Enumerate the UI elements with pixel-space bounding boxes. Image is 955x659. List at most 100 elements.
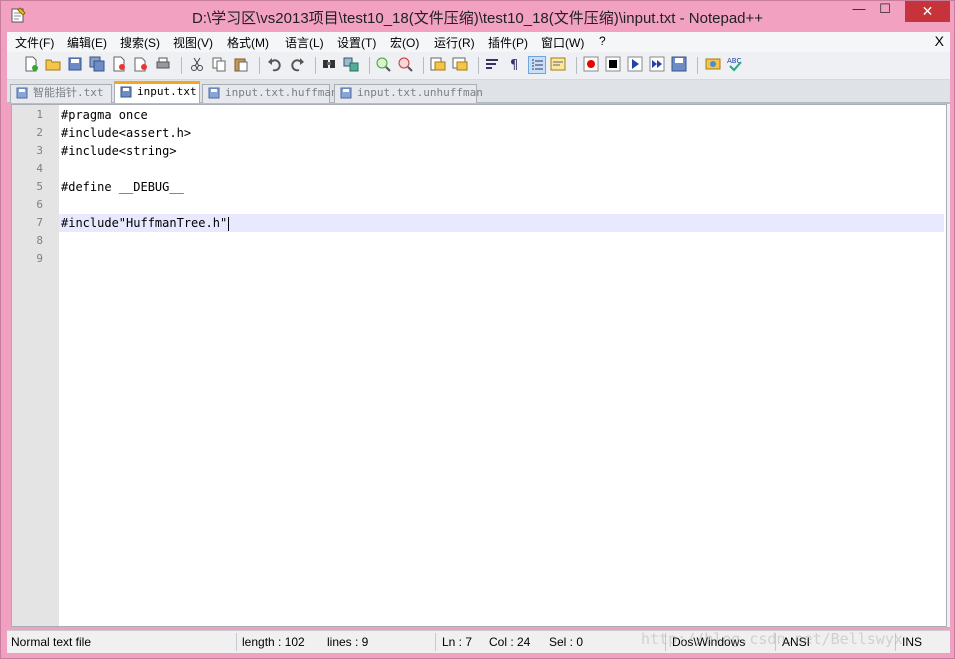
code-line[interactable]: #define __DEBUG__ xyxy=(59,178,944,196)
line-number: 6 xyxy=(36,198,43,211)
saved-file-icon xyxy=(16,87,28,99)
code-line[interactable]: #include<string> xyxy=(59,142,944,160)
sync-vertical-icon[interactable] xyxy=(430,56,448,74)
toolbar-separator xyxy=(423,57,424,74)
indent-guide-icon[interactable] xyxy=(528,56,546,74)
save-icon[interactable] xyxy=(67,56,85,74)
stop-record-icon[interactable] xyxy=(605,56,623,74)
run-macro-multiple-icon[interactable] xyxy=(649,56,667,74)
menu-edit[interactable]: 编辑(E) xyxy=(67,34,107,51)
document-map-icon[interactable] xyxy=(550,56,568,74)
status-sel: Sel : 0 xyxy=(549,635,584,649)
menu-bar: 文件(F) 编辑(E) 搜索(S) 视图(V) 格式(M) 语言(L) 设置(T… xyxy=(7,32,950,52)
code-line-text: #define __DEBUG__ xyxy=(61,180,184,194)
save-macro-icon[interactable] xyxy=(671,56,689,74)
code-line-text: #pragma once xyxy=(61,108,148,122)
status-file-type: Normal text file xyxy=(11,635,92,649)
code-line[interactable] xyxy=(59,196,944,214)
word-wrap-icon[interactable] xyxy=(484,56,502,74)
tab-smart-pointer[interactable]: 智能指针.txt xyxy=(10,84,112,103)
play-macro-icon[interactable] xyxy=(627,56,645,74)
toolbar-separator xyxy=(259,57,260,74)
code-area[interactable]: #pragma once #include<assert.h> #include… xyxy=(59,105,946,626)
tab-label: 智能指针.txt xyxy=(33,86,104,99)
vertical-scrollbar[interactable] xyxy=(947,104,950,627)
watermark-text: http://blog.csdn.net/Bellswyx xyxy=(641,630,903,648)
menu-search[interactable]: 搜索(S) xyxy=(120,34,160,51)
code-line-text: #include"HuffmanTree.h" xyxy=(61,216,228,230)
spell-check-icon[interactable]: ABC xyxy=(727,56,745,74)
code-line[interactable]: #pragma once xyxy=(59,106,944,124)
line-number-gutter: 1 2 3 4 5 6 7 8 9 xyxy=(12,105,59,626)
status-col: Col : 24 xyxy=(489,635,531,649)
current-code-line[interactable]: #include"HuffmanTree.h" xyxy=(59,214,944,232)
title-bar[interactable]: D:\学习区\vs2013项目\test10_18(文件压缩)\test10_1… xyxy=(1,1,954,32)
paste-icon[interactable] xyxy=(233,56,251,74)
menu-macro[interactable]: 宏(O) xyxy=(390,34,419,51)
window-title: D:\学习区\vs2013项目\test10_18(文件压缩)\test10_1… xyxy=(191,10,764,27)
menu-view[interactable]: 视图(V) xyxy=(173,34,213,51)
code-line[interactable]: #include<assert.h> xyxy=(59,124,944,142)
menu-settings[interactable]: 设置(T) xyxy=(337,34,376,51)
menu-help[interactable]: ? xyxy=(599,34,606,48)
tab-input-unhuffman[interactable]: input.txt.unhuffman xyxy=(334,84,483,103)
saved-file-icon xyxy=(208,87,220,99)
menu-plugins[interactable]: 插件(P) xyxy=(488,34,528,51)
minimize-button[interactable]: — xyxy=(846,1,872,22)
menu-format[interactable]: 格式(M) xyxy=(227,34,269,51)
line-number: 4 xyxy=(36,162,43,175)
zoom-in-icon[interactable] xyxy=(375,56,393,74)
redo-icon[interactable] xyxy=(289,56,307,74)
line-number: 8 xyxy=(36,234,43,247)
code-line[interactable] xyxy=(59,232,944,250)
copy-icon[interactable] xyxy=(211,56,229,74)
save-all-icon[interactable] xyxy=(89,56,107,74)
toolbar-separator xyxy=(478,57,479,74)
undo-icon[interactable] xyxy=(267,56,285,74)
record-macro-icon[interactable] xyxy=(583,56,601,74)
open-file-icon[interactable] xyxy=(45,56,63,74)
code-line[interactable] xyxy=(59,250,944,268)
menu-file[interactable]: 文件(F) xyxy=(15,34,54,51)
show-all-chars-icon[interactable]: ¶ xyxy=(506,56,524,74)
menu-language[interactable]: 语言(L) xyxy=(285,34,324,51)
new-file-icon[interactable] xyxy=(23,56,41,74)
maximize-button[interactable]: ☐ xyxy=(872,1,898,22)
line-number: 2 xyxy=(36,126,43,139)
toolbar: ¶ ABC xyxy=(7,52,950,80)
menu-run[interactable]: 运行(R) xyxy=(434,34,475,51)
status-separator xyxy=(435,633,436,651)
tab-label: input.txt xyxy=(137,85,197,98)
text-editor[interactable]: 1 2 3 4 5 6 7 8 9 #pragma once #include<… xyxy=(11,104,947,627)
code-line[interactable] xyxy=(59,160,944,178)
toolbar-separator xyxy=(181,57,182,74)
print-icon[interactable] xyxy=(155,56,173,74)
find-icon[interactable] xyxy=(321,56,339,74)
close-icon[interactable] xyxy=(111,56,129,74)
line-number: 1 xyxy=(36,108,43,121)
zoom-out-icon[interactable] xyxy=(397,56,415,74)
notepad-window: D:\学习区\vs2013项目\test10_18(文件压缩)\test10_1… xyxy=(0,0,955,659)
menu-window[interactable]: 窗口(W) xyxy=(541,34,584,51)
launch-browser-icon[interactable] xyxy=(705,56,723,74)
toolbar-separator xyxy=(369,57,370,74)
line-number: 7 xyxy=(36,216,43,229)
status-separator xyxy=(236,633,237,651)
svg-text:¶: ¶ xyxy=(510,58,518,72)
saved-file-icon xyxy=(340,87,352,99)
close-document-button[interactable]: X xyxy=(935,33,944,49)
code-line-text: #include<assert.h> xyxy=(61,126,192,140)
close-all-icon[interactable] xyxy=(133,56,151,74)
cut-icon[interactable] xyxy=(189,56,207,74)
status-length: length : 102 xyxy=(242,635,305,649)
code-line-text: #include<string> xyxy=(61,144,177,158)
line-number: 3 xyxy=(36,144,43,157)
saved-file-icon xyxy=(120,86,132,98)
sync-horizontal-icon[interactable] xyxy=(452,56,470,74)
tab-input-txt[interactable]: input.txt xyxy=(114,81,200,103)
tab-input-huffman[interactable]: input.txt.huffman xyxy=(202,84,338,103)
toolbar-separator xyxy=(315,57,316,74)
replace-icon[interactable] xyxy=(343,56,361,74)
status-insert-mode[interactable]: INS xyxy=(902,635,922,649)
close-window-button[interactable]: ✕ xyxy=(905,1,950,22)
